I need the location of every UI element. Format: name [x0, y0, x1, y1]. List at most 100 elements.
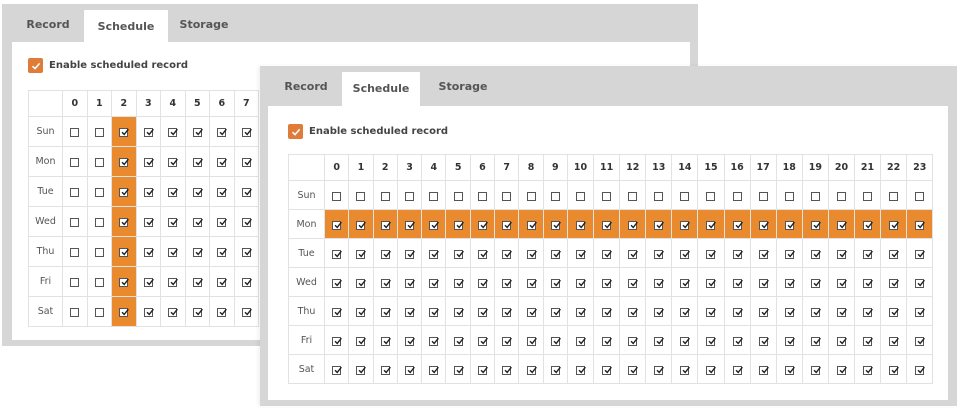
- hour-cell[interactable]: [749, 325, 777, 355]
- hour-cell[interactable]: [372, 296, 398, 326]
- hour-cell[interactable]: [723, 325, 751, 355]
- hour-checkbox[interactable]: [356, 220, 367, 230]
- hour-checkbox[interactable]: [192, 188, 203, 197]
- hour-checkbox[interactable]: [550, 249, 561, 259]
- hour-cell[interactable]: [62, 266, 88, 297]
- hour-checkbox[interactable]: [758, 307, 769, 317]
- hour-cell[interactable]: [697, 180, 725, 210]
- hour-cell[interactable]: [111, 236, 137, 267]
- hour-checkbox[interactable]: [836, 191, 846, 201]
- hour-cell[interactable]: [62, 146, 88, 177]
- hour-cell[interactable]: [233, 236, 259, 267]
- hour-cell[interactable]: [135, 236, 161, 267]
- hour-checkbox[interactable]: [706, 249, 717, 259]
- hour-checkbox[interactable]: [680, 365, 691, 375]
- hour-cell[interactable]: [566, 180, 595, 210]
- hour-checkbox[interactable]: [94, 128, 104, 137]
- hour-checkbox[interactable]: [889, 191, 899, 201]
- hour-header[interactable]: 12: [619, 154, 647, 181]
- hour-cell[interactable]: [906, 296, 934, 326]
- hour-checkbox[interactable]: [241, 308, 252, 317]
- hour-checkbox[interactable]: [889, 278, 900, 288]
- hour-checkbox[interactable]: [915, 278, 926, 288]
- hour-cell[interactable]: [209, 236, 235, 267]
- hour-checkbox[interactable]: [70, 218, 80, 227]
- hour-cell[interactable]: [348, 354, 374, 384]
- hour-checkbox[interactable]: [168, 278, 179, 287]
- hour-checkbox[interactable]: [143, 308, 154, 317]
- hour-checkbox[interactable]: [502, 191, 512, 201]
- hour-header[interactable]: 23: [906, 154, 934, 181]
- hour-cell[interactable]: [160, 206, 186, 237]
- hour-cell[interactable]: [906, 325, 934, 355]
- hour-cell[interactable]: [645, 267, 673, 297]
- hour-cell[interactable]: [853, 267, 882, 297]
- hour-cell[interactable]: [469, 354, 496, 384]
- hour-checkbox[interactable]: [706, 365, 717, 375]
- day-label[interactable]: Wed: [28, 206, 63, 237]
- hour-cell[interactable]: [86, 206, 112, 237]
- hour-checkbox[interactable]: [526, 191, 536, 201]
- hour-checkbox[interactable]: [758, 191, 768, 201]
- hour-header[interactable]: 13: [645, 154, 673, 181]
- hour-cell[interactable]: [542, 267, 568, 297]
- hour-cell[interactable]: [209, 176, 235, 207]
- hour-checkbox[interactable]: [217, 308, 228, 317]
- hour-checkbox[interactable]: [863, 336, 873, 346]
- hour-cell[interactable]: [619, 354, 647, 384]
- hour-checkbox[interactable]: [380, 336, 391, 346]
- hour-checkbox[interactable]: [502, 249, 513, 259]
- hour-header[interactable]: 15: [697, 154, 725, 181]
- hour-cell[interactable]: [880, 238, 908, 268]
- hour-cell[interactable]: [775, 238, 803, 268]
- tab-storage[interactable]: Storage: [424, 70, 502, 104]
- hour-checkbox[interactable]: [453, 307, 464, 317]
- hour-checkbox[interactable]: [453, 336, 464, 346]
- hour-cell[interactable]: [645, 354, 673, 384]
- hour-cell[interactable]: [593, 325, 621, 355]
- hour-cell[interactable]: [445, 209, 471, 239]
- hour-cell[interactable]: [396, 180, 423, 210]
- hour-checkbox[interactable]: [784, 365, 795, 375]
- hour-cell[interactable]: [671, 238, 699, 268]
- hour-cell[interactable]: [421, 238, 447, 268]
- day-label[interactable]: Sun: [288, 180, 325, 210]
- hour-cell[interactable]: [233, 146, 259, 177]
- hour-checkbox[interactable]: [94, 278, 104, 287]
- hour-checkbox[interactable]: [453, 220, 464, 230]
- hour-cell[interactable]: [135, 266, 161, 297]
- enable-checkbox[interactable]: [288, 124, 303, 139]
- hour-cell[interactable]: [827, 180, 856, 210]
- hour-checkbox[interactable]: [810, 249, 821, 259]
- hour-cell[interactable]: [593, 354, 621, 384]
- hour-checkbox[interactable]: [550, 278, 561, 288]
- hour-checkbox[interactable]: [915, 249, 926, 259]
- hour-cell[interactable]: [469, 238, 496, 268]
- hour-cell[interactable]: [86, 176, 112, 207]
- hour-checkbox[interactable]: [576, 249, 586, 259]
- hour-cell[interactable]: [233, 176, 259, 207]
- hour-header[interactable]: 7: [233, 90, 259, 117]
- hour-cell[interactable]: [827, 296, 856, 326]
- hour-cell[interactable]: [801, 267, 829, 297]
- hour-cell[interactable]: [396, 238, 423, 268]
- hour-cell[interactable]: [801, 209, 829, 239]
- hour-checkbox[interactable]: [628, 336, 639, 346]
- hour-checkbox[interactable]: [453, 191, 463, 201]
- hour-checkbox[interactable]: [502, 336, 513, 346]
- hour-cell[interactable]: [566, 267, 595, 297]
- hour-checkbox[interactable]: [732, 336, 743, 346]
- hour-checkbox[interactable]: [453, 365, 464, 375]
- hour-cell[interactable]: [697, 296, 725, 326]
- hour-cell[interactable]: [111, 266, 137, 297]
- hour-cell[interactable]: [160, 266, 186, 297]
- hour-cell[interactable]: [749, 209, 777, 239]
- hour-checkbox[interactable]: [706, 191, 716, 201]
- hour-header[interactable]: 8: [518, 154, 544, 181]
- hour-checkbox[interactable]: [70, 278, 80, 287]
- hour-cell[interactable]: [827, 209, 856, 239]
- hour-cell[interactable]: [135, 176, 161, 207]
- hour-checkbox[interactable]: [915, 336, 926, 346]
- hour-checkbox[interactable]: [94, 248, 104, 257]
- hour-checkbox[interactable]: [654, 336, 665, 346]
